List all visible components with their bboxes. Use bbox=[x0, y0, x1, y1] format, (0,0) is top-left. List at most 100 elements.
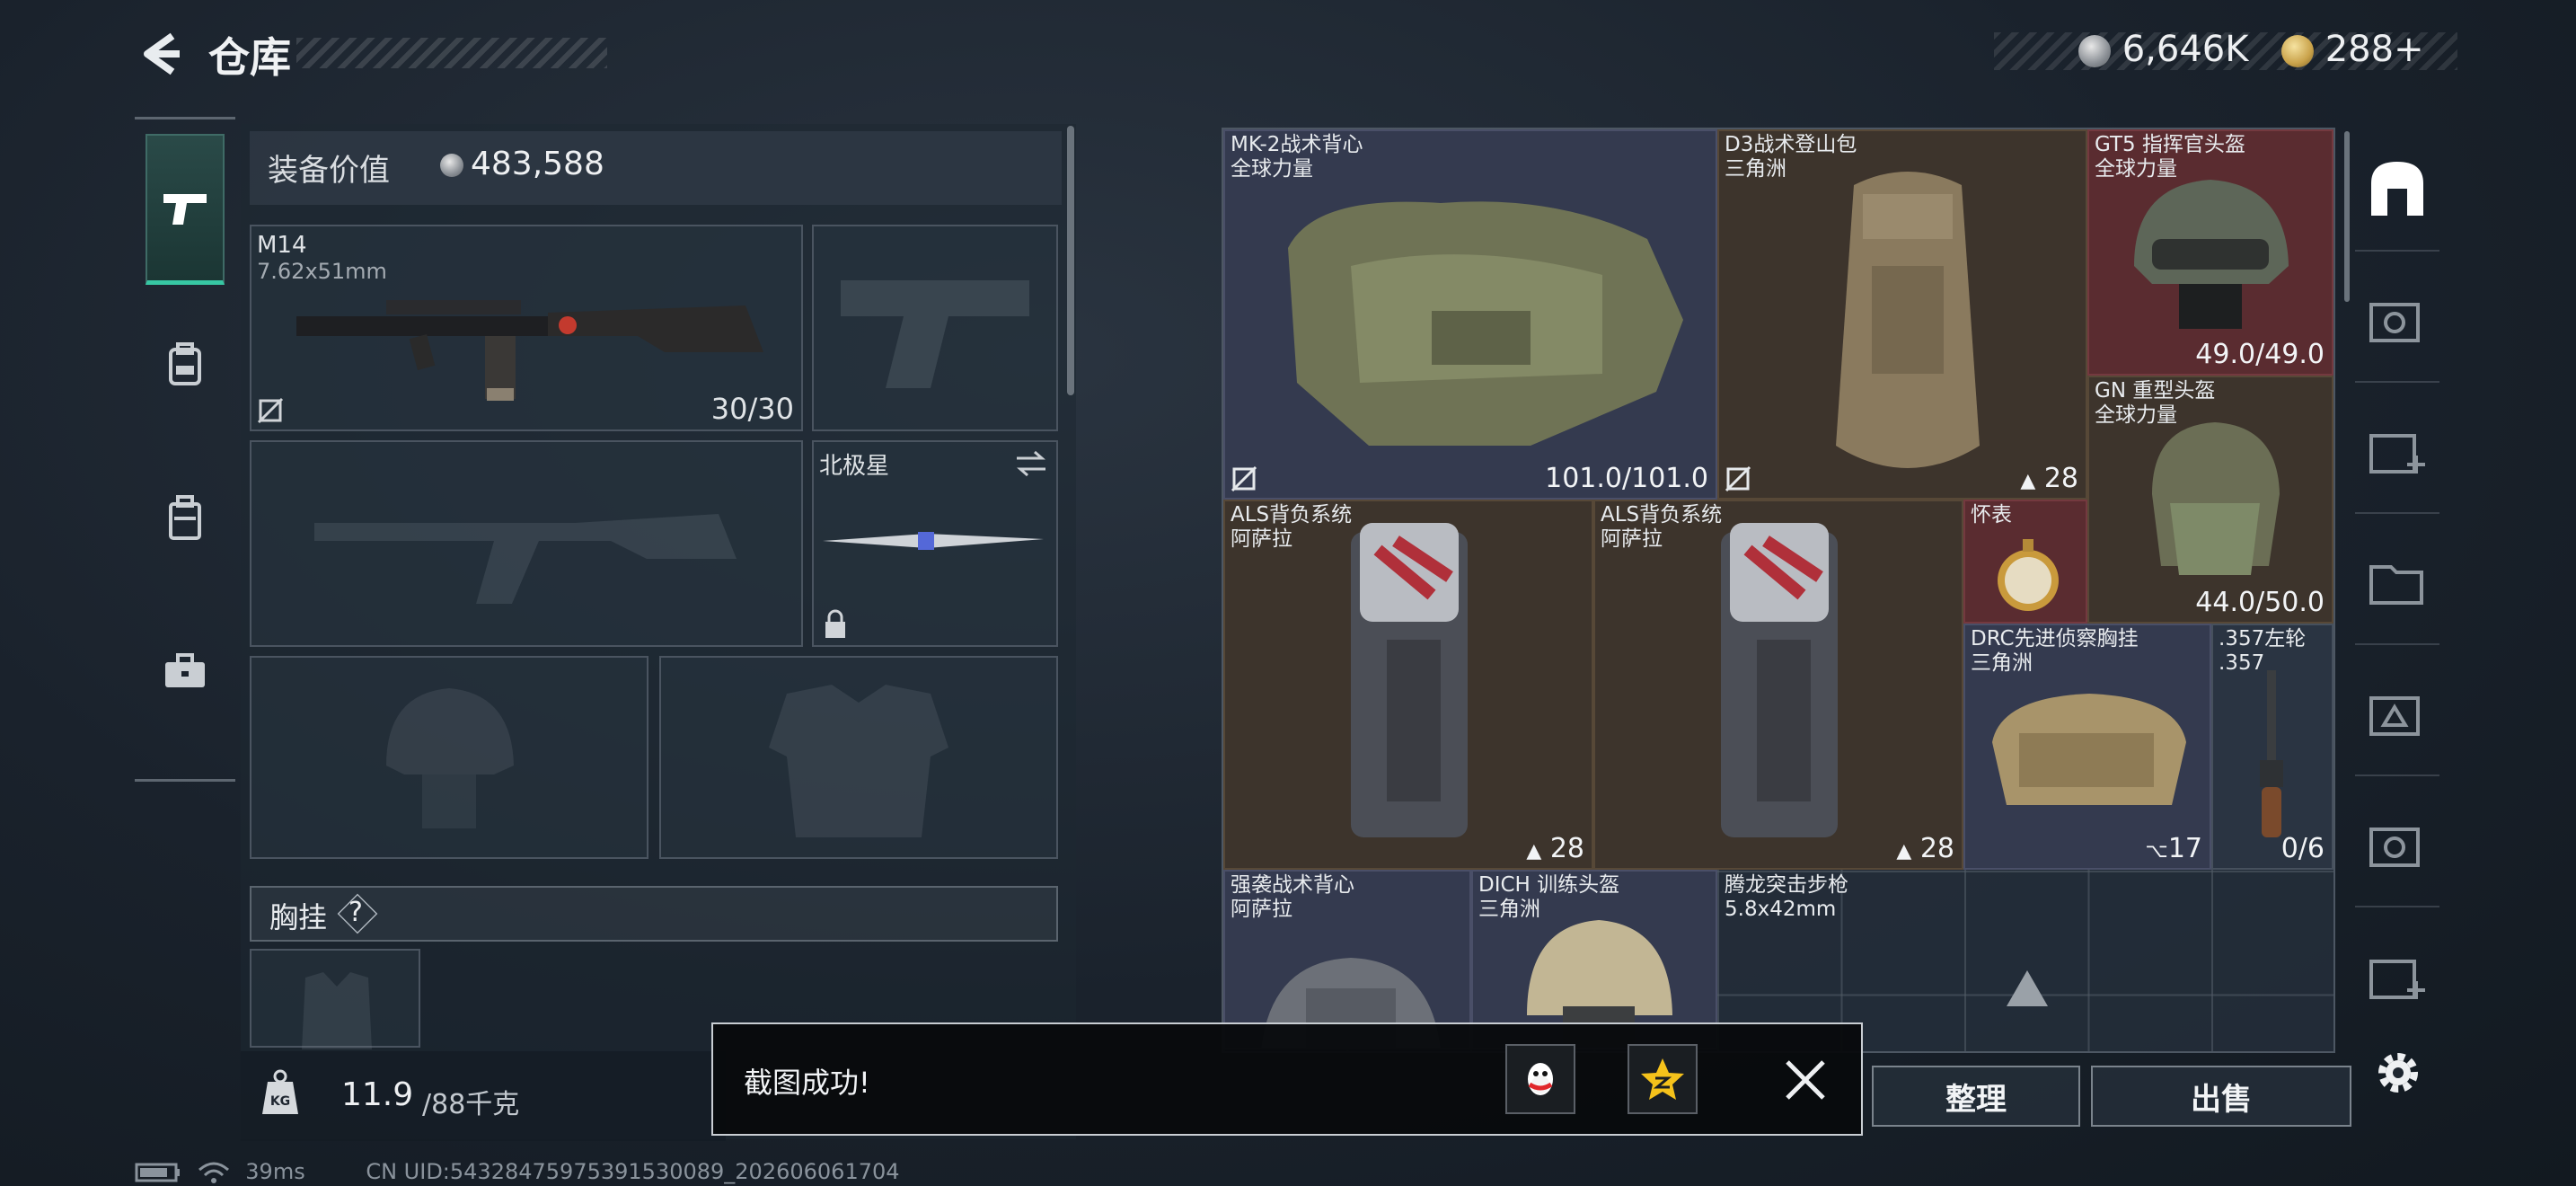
capacity: ▲ 28 bbox=[1896, 833, 1954, 864]
tab-all-stash[interactable] bbox=[2355, 126, 2439, 252]
folder-stash-icon bbox=[2369, 565, 2423, 605]
tab-stash-3[interactable] bbox=[2355, 388, 2439, 514]
sort-button[interactable]: 整理 bbox=[1872, 1066, 2080, 1127]
stash-item-gn-helmet[interactable]: GN 重型头盔 全球力量 44.0/50.0 bbox=[2087, 376, 2333, 624]
ammo-count: 0/6 bbox=[2280, 833, 2325, 864]
tab-stash-4[interactable] bbox=[2355, 519, 2439, 645]
backpack-image bbox=[1721, 523, 1838, 837]
backpack-image bbox=[1836, 172, 1980, 468]
stash-item-als-backpack[interactable]: ALS背负系统 阿萨拉 ▲ 28 bbox=[1223, 500, 1593, 870]
toast-message: 截图成功! bbox=[744, 1066, 870, 1100]
capacity: ▲ 28 bbox=[1526, 833, 1584, 864]
helmet-image bbox=[2134, 180, 2289, 329]
status-footer: 39ms CN UID:54328475975391530089_2026060… bbox=[135, 1159, 900, 1184]
watch-image bbox=[1998, 539, 2059, 611]
backpack-image bbox=[1351, 523, 1468, 837]
sell-button[interactable]: 出售 bbox=[2091, 1066, 2351, 1127]
add-stash-icon bbox=[2369, 434, 2425, 474]
triangle-stash-icon bbox=[2369, 696, 2420, 736]
user-uid: CN UID:54328475975391530089_202606061704 bbox=[366, 1159, 900, 1184]
stash-item-d3-backpack[interactable]: D3战术登山包 三角洲 ▲ 28 bbox=[1717, 129, 2087, 500]
share-qq-button[interactable] bbox=[1505, 1044, 1575, 1114]
qzone-star-icon bbox=[1641, 1058, 1684, 1100]
gold-coin-icon bbox=[2281, 35, 2314, 67]
durability: 49.0/49.0 bbox=[2195, 339, 2325, 370]
close-icon[interactable] bbox=[1778, 1053, 1832, 1107]
item-name: MK-2战术背心 全球力量 bbox=[1231, 133, 1363, 181]
stash-item-drc-chest-rig[interactable]: DRC先进侦察胸挂 三角洲 ⌥17 bbox=[1963, 624, 2211, 870]
qq-penguin-icon bbox=[1528, 1063, 1553, 1095]
weight-kg-icon: KG bbox=[262, 1069, 298, 1114]
gold-currency[interactable]: 288+ bbox=[2281, 29, 2424, 70]
not-insured-icon bbox=[1725, 465, 1751, 492]
wifi-icon bbox=[198, 1162, 229, 1183]
briefcase-icon bbox=[165, 653, 205, 687]
capacity: ⌥17 bbox=[2145, 833, 2202, 864]
not-insured-icon bbox=[257, 397, 284, 424]
tab-case[interactable] bbox=[146, 596, 225, 747]
stash-item-357-revolver[interactable]: .357左轮 .357 0/6 bbox=[2211, 624, 2333, 870]
swap-icon[interactable] bbox=[1015, 449, 1047, 478]
capacity: ▲ 28 bbox=[2020, 463, 2078, 494]
help-button[interactable]: ? bbox=[348, 897, 363, 928]
tab-stash-7[interactable] bbox=[2355, 913, 2439, 1039]
settings-gear-icon[interactable] bbox=[2371, 1046, 2425, 1100]
tab-backpack[interactable] bbox=[146, 443, 225, 594]
tab-weapons[interactable] bbox=[146, 134, 225, 285]
durability: 44.0/50.0 bbox=[2195, 587, 2325, 618]
stash-item-als-backpack[interactable]: ALS背负系统 阿萨拉 ▲ 28 bbox=[1593, 500, 1963, 870]
pistol-icon bbox=[163, 193, 207, 225]
silver-amount: 6,646K bbox=[2122, 29, 2249, 70]
stash-item-mk2-vest[interactable]: MK-2战术背心 全球力量 101.0/101.0 bbox=[1223, 129, 1717, 500]
page-title: 仓库 bbox=[208, 33, 291, 82]
tab-stash-2[interactable] bbox=[2355, 257, 2439, 383]
secondary-weapon-slot[interactable] bbox=[250, 440, 803, 647]
item-name: 腾龙突击步枪 5.8x42mm bbox=[1725, 873, 1848, 921]
stash-item-pocket-watch[interactable]: 怀表 bbox=[1963, 500, 2087, 624]
capacity-icon: ▲ bbox=[2020, 470, 2036, 492]
title-decoration bbox=[296, 38, 607, 68]
weight-capacity: /88千克 bbox=[422, 1089, 520, 1120]
add-stash-icon bbox=[2369, 960, 2425, 999]
vest-image bbox=[1288, 201, 1683, 447]
helmet-silhouette bbox=[386, 688, 514, 828]
tab-stash-6[interactable] bbox=[2355, 782, 2439, 907]
helmet-image bbox=[2152, 422, 2280, 575]
item-name: 强袭战术背心 阿萨拉 bbox=[1231, 873, 1354, 921]
equipment-scrollbar[interactable] bbox=[1067, 126, 1074, 395]
rig-silhouette bbox=[302, 972, 372, 1049]
loadout-tab-rail bbox=[135, 117, 235, 782]
weight-current: 11.9 bbox=[341, 1076, 414, 1113]
backpack-icon bbox=[169, 495, 201, 540]
chest-rig-slot[interactable] bbox=[250, 949, 420, 1049]
rig-image bbox=[1992, 694, 2186, 805]
rifle-silhouette bbox=[314, 514, 737, 604]
melee-slot[interactable]: 北极星 bbox=[812, 440, 1058, 647]
equipment-value-label: 装备价值 bbox=[268, 153, 390, 189]
primary-weapon-slot[interactable]: M14 7.62x51mm 30/30 bbox=[250, 225, 803, 431]
armor-slot[interactable] bbox=[659, 656, 1058, 859]
share-qzone-button[interactable] bbox=[1628, 1044, 1698, 1114]
ping-value: 39ms bbox=[245, 1159, 305, 1184]
knife-image bbox=[823, 532, 1044, 550]
add-currency-plus[interactable]: + bbox=[2394, 29, 2424, 70]
equipment-value: 483,588 bbox=[440, 146, 604, 182]
armor-silhouette bbox=[769, 685, 948, 837]
silver-currency[interactable]: 6,646K bbox=[2078, 29, 2248, 70]
primary-ammo-count: 30/30 bbox=[710, 392, 794, 426]
item-name: DRC先进侦察胸挂 三角洲 bbox=[1971, 627, 2139, 675]
helmet-slot[interactable] bbox=[250, 656, 648, 859]
rig-icon bbox=[169, 342, 201, 385]
stash-tab-icon bbox=[2369, 303, 2420, 342]
stash-item-gt5-helmet[interactable]: GT5 指挥官头盔 全球力量 49.0/49.0 bbox=[2087, 129, 2333, 376]
gold-amount: 288 bbox=[2325, 29, 2395, 70]
pistol-slot[interactable] bbox=[812, 225, 1058, 431]
back-arrow-icon[interactable] bbox=[135, 27, 189, 81]
tab-rig[interactable] bbox=[146, 290, 225, 441]
revolver-image bbox=[2260, 670, 2283, 837]
silver-coin-icon bbox=[2078, 35, 2111, 67]
stash-scrollbar[interactable] bbox=[2344, 131, 2350, 302]
melee-name: 北极星 bbox=[819, 453, 890, 480]
tab-stash-5[interactable] bbox=[2355, 651, 2439, 776]
rifle-image bbox=[296, 300, 763, 401]
